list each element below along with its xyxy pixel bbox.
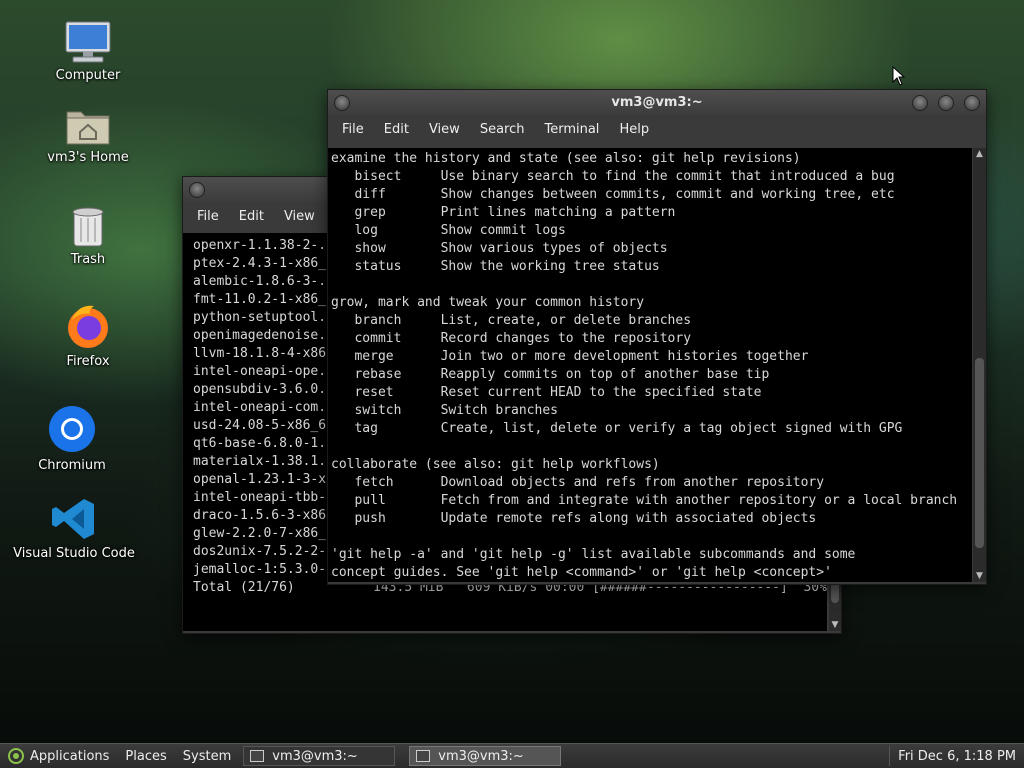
menu-help[interactable]: Help: [609, 122, 659, 137]
desktop-icon-label: Chromium: [38, 458, 106, 473]
terminal-line: push Update remote refs along with assoc…: [331, 511, 817, 526]
terminal-line: examine the history and state (see also:…: [331, 151, 801, 166]
window-menu-button[interactable]: [334, 95, 350, 111]
chromium-icon: [49, 406, 95, 452]
front-window-titlebar[interactable]: vm3@vm3:~: [328, 90, 986, 116]
clock-label: Fri Dec 6, 1:18 PM: [898, 748, 1016, 764]
menu-edit[interactable]: Edit: [229, 209, 274, 224]
desktop-icon-trash[interactable]: Trash: [33, 204, 143, 267]
mouse-cursor-icon: [892, 66, 906, 86]
trash-icon: [72, 207, 104, 247]
front-window-menubar: File Edit View Search Terminal Help: [328, 116, 986, 142]
menu-view[interactable]: View: [274, 209, 325, 224]
menu-view[interactable]: View: [419, 122, 470, 137]
terminal-window-icon: [416, 750, 431, 762]
firefox-icon: [68, 305, 108, 348]
scroll-down-arrow-icon[interactable]: ▼: [973, 570, 986, 582]
applications-label: Applications: [30, 748, 110, 764]
menu-terminal[interactable]: Terminal: [534, 122, 609, 137]
menu-file[interactable]: File: [187, 209, 229, 224]
terminal-line: grow, mark and tweak your common history: [331, 295, 645, 310]
window-menu-button[interactable]: [189, 182, 205, 198]
desktop-icon-firefox[interactable]: Firefox: [33, 302, 143, 369]
terminal-line: commit Record changes to the repository: [331, 331, 692, 346]
desktop-icon-label: Trash: [70, 252, 106, 267]
terminal-line: concept guides. See 'git help <command>'…: [331, 565, 832, 580]
terminal-line: bisect Use binary search to find the com…: [331, 169, 895, 184]
places-label: Places: [125, 748, 167, 764]
desktop-icon-vscode[interactable]: Visual Studio Code: [6, 496, 142, 561]
terminal-line: fetch Download objects and refs from ano…: [331, 475, 825, 490]
menu-file[interactable]: File: [332, 122, 374, 137]
terminal-line: 'git help -a' and 'git help -g' list ava…: [331, 547, 856, 562]
menu-edit[interactable]: Edit: [374, 122, 419, 137]
taskbar-window-button[interactable]: vm3@vm3:~: [243, 746, 396, 766]
scroll-up-arrow-icon[interactable]: ▲: [973, 148, 986, 160]
desktop-icon-label: Firefox: [66, 354, 110, 369]
taskbar: Applications Places System vm3@vm3:~ vm3…: [0, 743, 1024, 768]
computer-icon: [65, 21, 111, 63]
distro-logo-icon: [8, 748, 24, 764]
terminal-line: merge Join two or more development histo…: [331, 349, 809, 364]
taskbar-window-button-active[interactable]: vm3@vm3:~: [409, 746, 562, 766]
system-menu[interactable]: System: [175, 746, 239, 766]
menu-search[interactable]: Search: [470, 122, 535, 137]
desktop-icon-home[interactable]: vm3's Home: [33, 104, 143, 165]
desktop-icon-chromium[interactable]: Chromium: [17, 404, 127, 473]
desktop-icon-label: Computer: [55, 68, 121, 83]
terminal-line: collaborate (see also: git help workflow…: [331, 457, 660, 472]
clock[interactable]: Fri Dec 6, 1:18 PM: [889, 746, 1024, 766]
front-scrollbar-thumb[interactable]: [975, 358, 984, 548]
terminal-line: branch List, create, or delete branches: [331, 313, 692, 328]
terminal-line: status Show the working tree status: [331, 259, 660, 274]
scroll-down-arrow-icon[interactable]: ▼: [829, 619, 841, 631]
terminal-line: diff Show changes between commits, commi…: [331, 187, 895, 202]
terminal-window-icon: [250, 750, 265, 762]
desktop-icon-computer[interactable]: Computer: [33, 20, 143, 83]
vscode-icon: [52, 499, 94, 539]
terminal-line: grep Print lines matching a pattern: [331, 205, 676, 220]
desktop-icon-label: Visual Studio Code: [13, 546, 135, 561]
applications-menu[interactable]: Applications: [0, 746, 117, 766]
terminal-line: switch Switch branches: [331, 403, 558, 418]
places-menu[interactable]: Places: [117, 746, 174, 766]
terminal-line: pull Fetch from and integrate with anoth…: [331, 493, 958, 508]
home-folder-icon: [66, 111, 110, 145]
terminal-line: tag Create, list, delete or verify a tag…: [331, 421, 903, 436]
close-button[interactable]: [964, 95, 980, 111]
front-terminal-window[interactable]: vm3@vm3:~ File Edit View Search Terminal…: [327, 89, 987, 585]
maximize-button[interactable]: [938, 95, 954, 111]
system-label: System: [182, 748, 232, 764]
terminal-line: show Show various types of objects: [331, 241, 668, 256]
terminal-line: log Show commit logs: [331, 223, 566, 238]
minimize-button[interactable]: [912, 95, 928, 111]
window-title: vm3@vm3:~: [611, 95, 703, 110]
terminal-line: rebase Reapply commits on top of another…: [331, 367, 770, 382]
taskbar-window-label: vm3@vm3:~: [272, 748, 358, 764]
desktop-icon-label: vm3's Home: [47, 150, 129, 165]
front-terminal-output[interactable]: examine the history and state (see also:…: [328, 148, 972, 582]
front-scrollbar[interactable]: ▲ ▼: [973, 148, 986, 582]
taskbar-window-label: vm3@vm3:~: [438, 748, 524, 764]
terminal-line: reset Reset current HEAD to the specifie…: [331, 385, 762, 400]
